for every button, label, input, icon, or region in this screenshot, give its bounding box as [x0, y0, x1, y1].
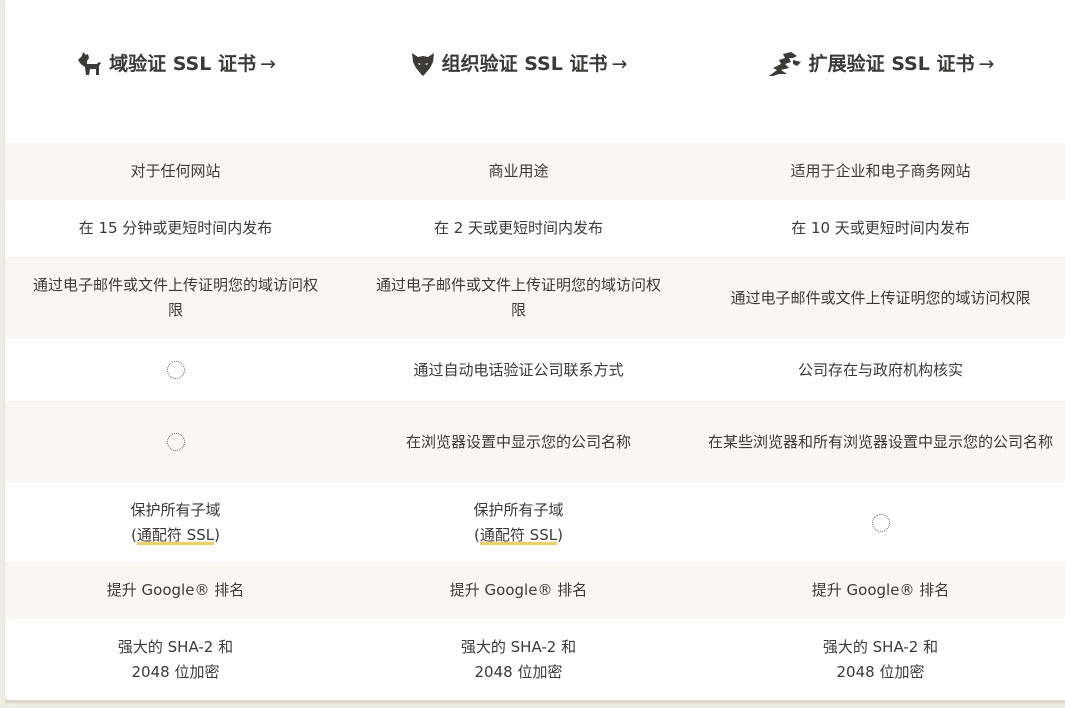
header-row: 域验证 SSL 证书 → 组织验证 SSL 证书 → 扩展验证 SSL 证书 →: [5, 0, 1065, 143]
empty-circle-icon: [871, 513, 890, 532]
ev-ssl-link[interactable]: 扩展验证 SSL 证书 →: [767, 50, 995, 78]
encryption-ov: 强大的 SHA-2 和 2048 位加密: [346, 619, 691, 701]
dv-ssl-link[interactable]: 域验证 SSL 证书 →: [75, 51, 276, 77]
encryption-ev: 强大的 SHA-2 和 2048 位加密: [691, 619, 1065, 701]
company-verify-ev: 公司存在与政府机构核实: [797, 360, 963, 379]
encryption-line2: 2048 位加密: [131, 663, 220, 681]
issuance-ov: 在 2 天或更短时间内发布: [433, 219, 604, 237]
arrow-right-icon: →: [259, 52, 276, 75]
table-row: 在 15 分钟或更短时间内发布 在 2 天或更短时间内发布 在 10 天或更短时…: [5, 200, 1065, 257]
subdomains-dv: 保护所有子域 (通配符 SSL): [5, 483, 346, 562]
subdomains-label: 保护所有子域: [130, 500, 221, 519]
arrow-right-icon: →: [978, 52, 995, 75]
empty-circle-icon: [166, 433, 185, 451]
paren-close: ): [214, 525, 220, 544]
subdomains-ov: 保护所有子域 (通配符 SSL): [346, 483, 691, 562]
table-row: 通过电子邮件或文件上传证明您的域访问权限 通过电子邮件或文件上传证明您的域访问权…: [5, 257, 1065, 339]
use-case-ev: 适用于企业和电子商务网站: [790, 162, 971, 180]
encryption-line2: 2048 位加密: [474, 663, 563, 681]
issuance-dv: 在 15 分钟或更短时间内发布: [78, 219, 273, 237]
encryption-line1: 强大的 SHA-2 和: [460, 638, 577, 656]
ev-ssl-title: 扩展验证 SSL 证书: [808, 52, 975, 75]
google-dv: 提升 Google® 排名: [106, 581, 245, 599]
ov-ssl-link[interactable]: 组织验证 SSL 证书 →: [410, 51, 628, 77]
wildcard-ssl-text: 通配符 SSL: [136, 525, 215, 545]
encryption-line1: 强大的 SHA-2 和: [117, 638, 234, 656]
arrow-right-icon: →: [611, 52, 628, 75]
browser-display-dv: [5, 401, 346, 483]
google-ov: 提升 Google® 排名: [449, 581, 588, 599]
wolf-icon: [411, 53, 434, 76]
dv-ssl-title: 域验证 SSL 证书: [109, 52, 256, 75]
domain-proof-ev: 通过电子邮件或文件上传证明您的域访问权限: [730, 288, 1031, 307]
table-row: 在浏览器设置中显示您的公司名称 在某些浏览器和所有浏览器设置中显示您的公司名称: [5, 401, 1065, 483]
subdomains-ev: [691, 483, 1065, 562]
wildcard-ssl-link[interactable]: 通配符 SSL: [136, 525, 215, 545]
dog-icon: [78, 52, 102, 75]
wildcard-ssl-link[interactable]: 通配符 SSL: [479, 525, 558, 545]
paren-close: ): [557, 525, 563, 544]
header-cell-ov: 组织验证 SSL 证书 →: [346, 0, 691, 143]
ov-ssl-title: 组织验证 SSL 证书: [441, 52, 608, 75]
company-verify-ov: 通过自动电话验证公司联系方式: [413, 360, 624, 379]
empty-circle-icon: [166, 361, 185, 379]
company-verify-dv: [5, 339, 346, 401]
encryption-line2: 2048 位加密: [836, 663, 925, 681]
ssl-comparison-table: 域验证 SSL 证书 → 组织验证 SSL 证书 → 扩展验证 SSL 证书 →…: [5, 0, 1065, 701]
browser-display-ov: 在浏览器设置中显示您的公司名称: [405, 432, 631, 451]
browser-display-ev: 在某些浏览器和所有浏览器设置中显示您的公司名称: [707, 432, 1053, 451]
wildcard-ssl-text: 通配符 SSL: [479, 525, 558, 545]
domain-proof-ov: 通过电子邮件或文件上传证明您的域访问权限: [375, 276, 661, 319]
header-cell-dv: 域验证 SSL 证书 →: [5, 0, 346, 143]
encryption-dv: 强大的 SHA-2 和 2048 位加密: [5, 619, 346, 701]
dragon-icon: [768, 52, 801, 76]
table-row: 对于任何网站 商业用途 适用于企业和电子商务网站: [5, 143, 1065, 200]
header-cell-ev: 扩展验证 SSL 证书 →: [691, 0, 1065, 143]
table-row: 通过自动电话验证公司联系方式 公司存在与政府机构核实: [5, 339, 1065, 401]
issuance-ev: 在 10 天或更短时间内发布: [791, 219, 970, 237]
google-ev: 提升 Google® 排名: [811, 581, 950, 599]
use-case-ov: 商业用途: [488, 162, 549, 180]
table-row: 保护所有子域 (通配符 SSL) 保护所有子域 (通配符 SSL): [5, 483, 1065, 562]
table-row: 强大的 SHA-2 和 2048 位加密 强大的 SHA-2 和 2048 位加…: [5, 619, 1065, 701]
subdomains-label: 保护所有子域: [473, 500, 564, 519]
use-case-dv: 对于任何网站: [130, 162, 221, 180]
table-row: 提升 Google® 排名 提升 Google® 排名 提升 Google® 排…: [5, 562, 1065, 619]
domain-proof-dv: 通过电子邮件或文件上传证明您的域访问权限: [33, 276, 319, 319]
encryption-line1: 强大的 SHA-2 和: [822, 638, 939, 656]
